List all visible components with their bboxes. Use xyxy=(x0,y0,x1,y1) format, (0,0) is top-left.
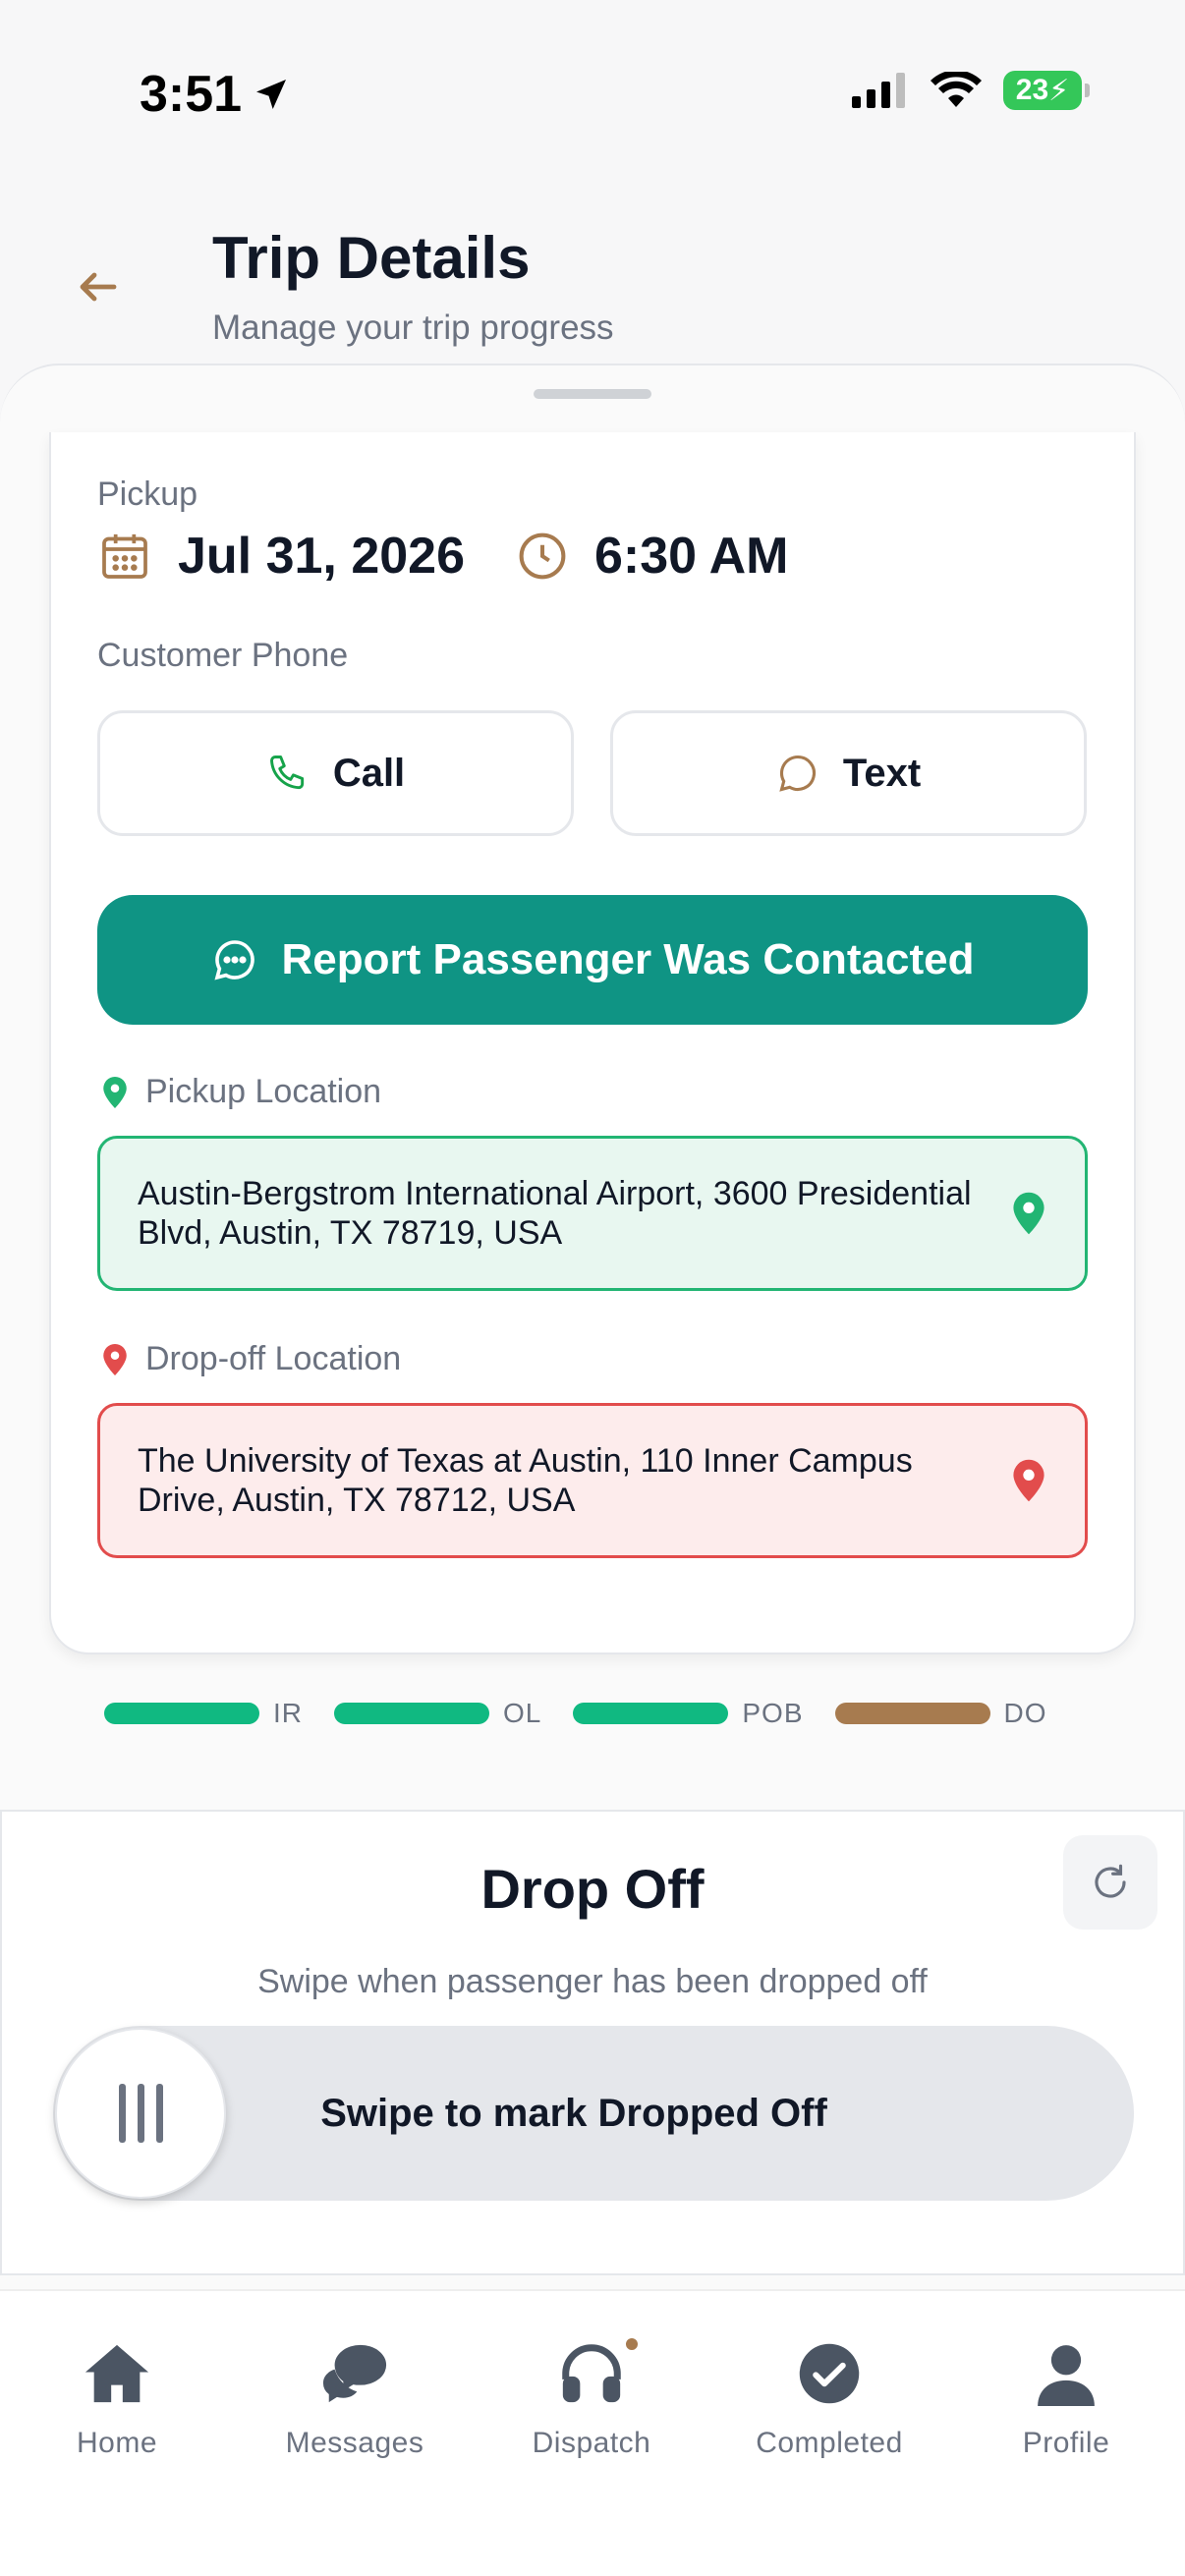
map-pin-icon xyxy=(103,1343,127,1375)
status-indicators: 23 ⚡ xyxy=(852,71,1090,110)
person-icon xyxy=(1038,2345,1095,2406)
tab-messages[interactable]: Messages xyxy=(256,2334,453,2460)
page-subtitle: Manage your trip progress xyxy=(212,308,614,347)
pickup-location-label: Pickup Location xyxy=(102,1073,381,1111)
map-pin-icon xyxy=(1013,1459,1044,1502)
clock-icon xyxy=(519,532,566,580)
tab-home[interactable]: Home xyxy=(19,2334,215,2460)
customer-phone-label: Customer Phone xyxy=(97,637,349,674)
pickup-label: Pickup xyxy=(97,476,198,513)
phone-icon xyxy=(269,756,304,790)
wifi-icon xyxy=(931,72,982,107)
tab-completed[interactable]: Completed xyxy=(731,2334,928,2460)
pickup-date: Jul 31, 2026 xyxy=(178,528,465,585)
map-pin-icon xyxy=(103,1076,127,1108)
home-icon xyxy=(85,2344,149,2403)
swipe-handle[interactable] xyxy=(55,2028,226,2199)
chat-dots-icon xyxy=(213,940,254,980)
page-title: Trip Details xyxy=(212,225,531,291)
refresh-button[interactable] xyxy=(1063,1835,1157,1930)
trip-progress: IR OL POB DO xyxy=(104,1698,1079,1729)
pickup-datetime: Jul 31, 2026 6:30 AM xyxy=(97,527,788,586)
battery-indicator: 23 ⚡ xyxy=(1003,71,1090,110)
drop-off-subtitle: Swipe when passenger has been dropped of… xyxy=(257,1963,928,2000)
progress-step-do: DO xyxy=(834,1698,1047,1729)
pickup-location-box[interactable]: Austin-Bergstrom International Airport, … xyxy=(97,1136,1088,1291)
message-bubble-icon xyxy=(779,755,816,792)
dropoff-location-box[interactable]: The University of Texas at Austin, 110 I… xyxy=(97,1403,1088,1558)
pickup-address: Austin-Bergstrom International Airport, … xyxy=(138,1175,972,1252)
refresh-icon xyxy=(1095,1864,1126,1898)
drop-off-title: Drop Off xyxy=(480,1858,705,1920)
check-circle-icon xyxy=(799,2343,860,2404)
progress-step-ir: IR xyxy=(104,1698,303,1729)
location-arrow-icon xyxy=(256,80,287,109)
dropoff-address: The University of Texas at Austin, 110 I… xyxy=(138,1442,913,1519)
pickup-time: 6:30 AM xyxy=(594,528,789,585)
notification-dot xyxy=(624,2336,640,2352)
tab-dispatch[interactable]: Dispatch xyxy=(493,2334,690,2460)
back-button[interactable] xyxy=(69,257,128,316)
dropoff-location-label: Drop-off Location xyxy=(102,1340,401,1378)
progress-step-ol: OL xyxy=(334,1698,541,1729)
text-button[interactable]: Text xyxy=(610,710,1087,836)
calendar-icon xyxy=(102,533,147,579)
arrow-left-icon xyxy=(80,272,117,302)
signal-icon xyxy=(852,73,905,108)
chat-bubbles-icon xyxy=(322,2344,387,2403)
headset-icon xyxy=(562,2344,621,2403)
report-contacted-button[interactable]: Report Passenger Was Contacted xyxy=(97,895,1088,1025)
sheet-grabber[interactable] xyxy=(534,389,651,399)
progress-step-pob: POB xyxy=(573,1698,803,1729)
map-pin-icon xyxy=(1013,1192,1044,1235)
call-button[interactable]: Call xyxy=(97,710,574,836)
tab-profile[interactable]: Profile xyxy=(968,2334,1164,2460)
status-time: 3:51 xyxy=(140,65,291,124)
